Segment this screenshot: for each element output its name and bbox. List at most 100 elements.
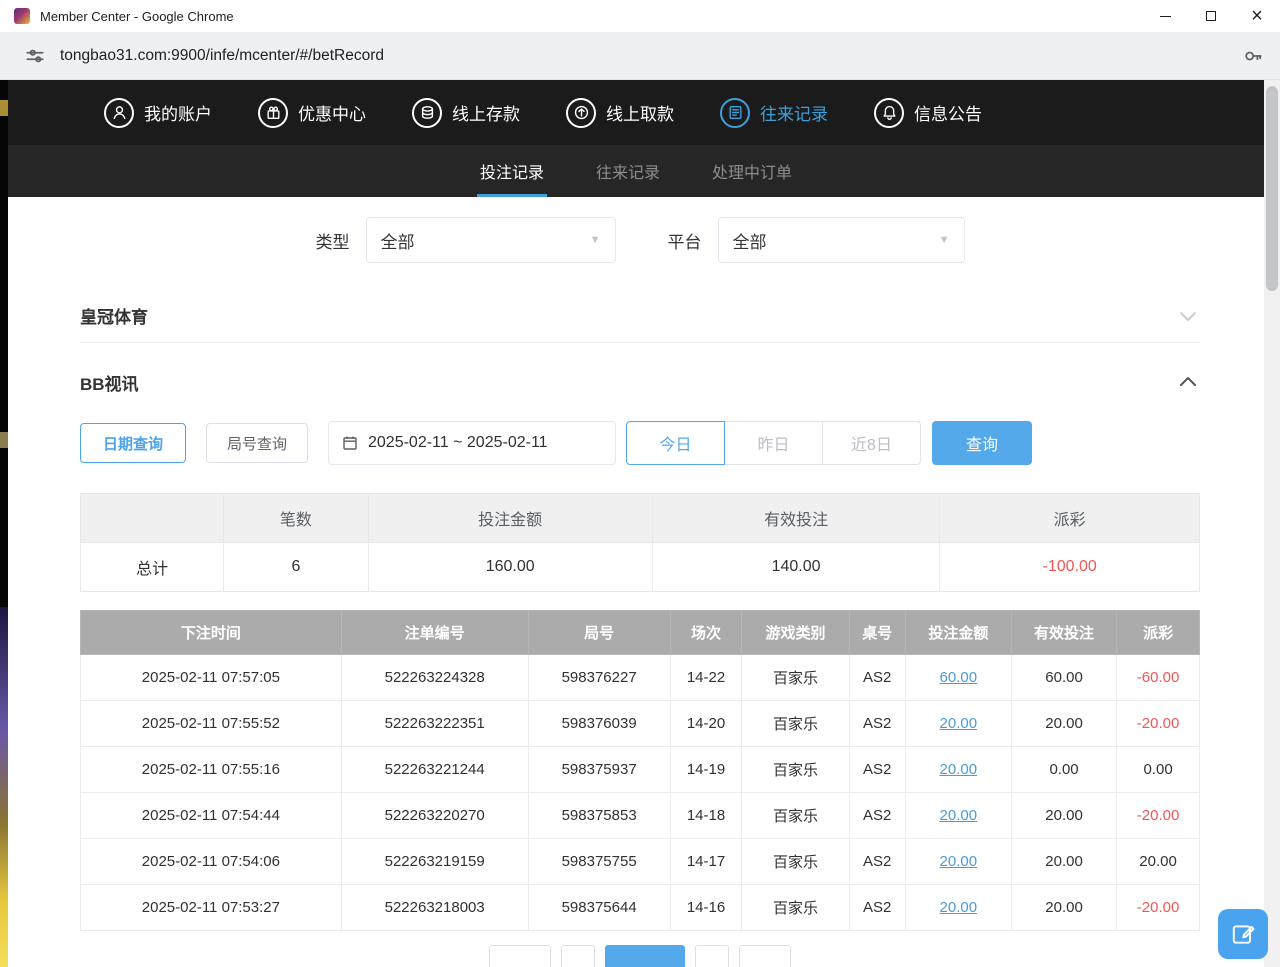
summary-header-cell: 投注金额 — [368, 494, 652, 543]
table-cell: 14-22 — [670, 655, 742, 701]
bet-amount-link[interactable]: 20.00 — [905, 701, 1011, 747]
table-row: 2025-02-11 07:53:27522263218003598375644… — [81, 885, 1200, 931]
section-title: 皇冠体育 — [80, 303, 148, 328]
table-cell: -60.00 — [1117, 655, 1200, 701]
withdraw-icon — [566, 98, 596, 128]
records-header-row: 下注时间注单编号局号场次游戏类别桌号投注金额有效投注派彩 — [81, 611, 1200, 655]
records-header-cell: 局号 — [528, 611, 670, 655]
jump-page-input[interactable] — [739, 945, 791, 967]
today-button[interactable]: 今日 — [626, 421, 725, 465]
nav-item-4[interactable]: 往来记录 — [720, 98, 828, 128]
table-row: 2025-02-11 07:54:44522263220270598375853… — [81, 793, 1200, 839]
bet-amount-link[interactable]: 60.00 — [905, 655, 1011, 701]
records-header-cell: 游戏类别 — [742, 611, 849, 655]
user-icon — [104, 98, 134, 128]
section-crown-sports[interactable]: 皇冠体育 — [80, 289, 1200, 343]
table-cell: AS2 — [849, 655, 905, 701]
minimize-button[interactable] — [1142, 0, 1188, 32]
bet-amount-link[interactable]: 20.00 — [905, 747, 1011, 793]
nav-item-1[interactable]: 优惠中心 — [258, 98, 366, 128]
chevron-down-icon: ▼ — [590, 234, 601, 246]
table-cell: 2025-02-11 07:55:52 — [81, 701, 342, 747]
minimize-icon — [1160, 16, 1171, 17]
table-cell: 522263219159 — [341, 839, 528, 885]
feedback-fab-button[interactable] — [1218, 909, 1268, 959]
nav-item-5[interactable]: 信息公告 — [874, 98, 982, 128]
close-button[interactable]: × — [1234, 0, 1280, 32]
table-cell: 2025-02-11 07:54:44 — [81, 793, 342, 839]
bell-icon — [874, 98, 904, 128]
table-cell: -20.00 — [1117, 701, 1200, 747]
url-text[interactable]: tongbao31.com:9900/infe/mcenter/#/betRec… — [60, 47, 384, 65]
table-cell: 522263218003 — [341, 885, 528, 931]
round-query-button[interactable]: 局号查询 — [206, 423, 308, 463]
table-cell: 598375755 — [528, 839, 670, 885]
password-key-icon[interactable] — [1242, 45, 1264, 67]
table-cell: -20.00 — [1117, 793, 1200, 839]
table-cell: 522263224328 — [341, 655, 528, 701]
prev-page-button[interactable] — [561, 945, 595, 967]
records-body: 2025-02-11 07:57:05522263224328598376227… — [81, 655, 1200, 931]
query-row: 日期查询 局号查询 2025-02-11 ~ 2025-02-11 今日 昨日 … — [80, 421, 1200, 465]
bet-amount-link[interactable]: 20.00 — [905, 793, 1011, 839]
table-cell: 14-18 — [670, 793, 742, 839]
records-header-cell: 投注金额 — [905, 611, 1011, 655]
chevron-up-icon[interactable] — [1176, 370, 1200, 394]
table-cell: 2025-02-11 07:57:05 — [81, 655, 342, 701]
table-row: 2025-02-11 07:57:05522263224328598376227… — [81, 655, 1200, 701]
bet-amount-link[interactable]: 20.00 — [905, 885, 1011, 931]
nav-item-2[interactable]: 线上存款 — [412, 98, 520, 128]
table-cell: 百家乐 — [742, 747, 849, 793]
date-range-input[interactable]: 2025-02-11 ~ 2025-02-11 — [328, 421, 616, 465]
table-cell: 百家乐 — [742, 839, 849, 885]
type-select[interactable]: 全部 ▼ — [366, 217, 616, 263]
nav-item-0[interactable]: 我的账户 — [104, 98, 212, 128]
section-bb-video[interactable]: BB视讯 — [80, 355, 1200, 409]
tab-0[interactable]: 投注记录 — [477, 145, 547, 197]
background-page-sliver — [0, 80, 8, 967]
current-page-button[interactable] — [605, 945, 685, 967]
tab-1[interactable]: 往来记录 — [593, 145, 663, 197]
next-page-button[interactable] — [695, 945, 729, 967]
platform-select[interactable]: 全部 ▼ — [718, 217, 965, 263]
records-header-cell: 下注时间 — [81, 611, 342, 655]
table-cell: AS2 — [849, 885, 905, 931]
last-8-days-button[interactable]: 近8日 — [822, 421, 921, 465]
table-cell: 20.00 — [1117, 839, 1200, 885]
window-titlebar: Member Center - Google Chrome × — [0, 0, 1280, 32]
table-cell: 百家乐 — [742, 655, 849, 701]
content-area: 类型 全部 ▼ 平台 全部 ▼ 皇冠体育 BB视讯 — [8, 207, 1264, 967]
table-cell: 20.00 — [1011, 885, 1116, 931]
summary-payout: -100.00 — [940, 543, 1200, 592]
tab-2[interactable]: 处理中订单 — [709, 145, 795, 197]
filter-row: 类型 全部 ▼ 平台 全部 ▼ — [80, 207, 1200, 273]
records-header-cell: 注单编号 — [341, 611, 528, 655]
maximize-button[interactable] — [1188, 0, 1234, 32]
table-cell: 2025-02-11 07:53:27 — [81, 885, 342, 931]
table-cell: 598376039 — [528, 701, 670, 747]
platform-select-value: 全部 — [733, 228, 767, 253]
chevron-down-icon[interactable] — [1176, 304, 1200, 328]
bet-amount-link[interactable]: 20.00 — [905, 839, 1011, 885]
date-range-value: 2025-02-11 ~ 2025-02-11 — [368, 434, 548, 452]
date-query-button[interactable]: 日期查询 — [80, 423, 186, 463]
scrollbar-thumb[interactable] — [1266, 86, 1278, 291]
summary-header-cell — [81, 494, 224, 543]
summary-table: 笔数投注金额有效投注派彩 总计 6 160.00 140.00 -100.00 — [80, 493, 1200, 592]
address-bar: tongbao31.com:9900/infe/mcenter/#/betRec… — [0, 32, 1280, 80]
nav-item-3[interactable]: 线上取款 — [566, 98, 674, 128]
type-select-value: 全部 — [381, 228, 415, 253]
table-cell: 20.00 — [1011, 839, 1116, 885]
yesterday-button[interactable]: 昨日 — [724, 421, 823, 465]
nav-item-label: 往来记录 — [760, 100, 828, 125]
site-settings-icon[interactable] — [24, 45, 46, 67]
page-scrollbar[interactable] — [1264, 80, 1280, 967]
page-size-select[interactable] — [489, 945, 551, 967]
search-button[interactable]: 查询 — [932, 421, 1032, 465]
table-cell: 14-16 — [670, 885, 742, 931]
record-icon — [720, 98, 750, 128]
table-cell: 2025-02-11 07:55:16 — [81, 747, 342, 793]
nav-item-label: 我的账户 — [144, 100, 212, 125]
nav-item-label: 线上取款 — [606, 100, 674, 125]
table-cell: 598375644 — [528, 885, 670, 931]
